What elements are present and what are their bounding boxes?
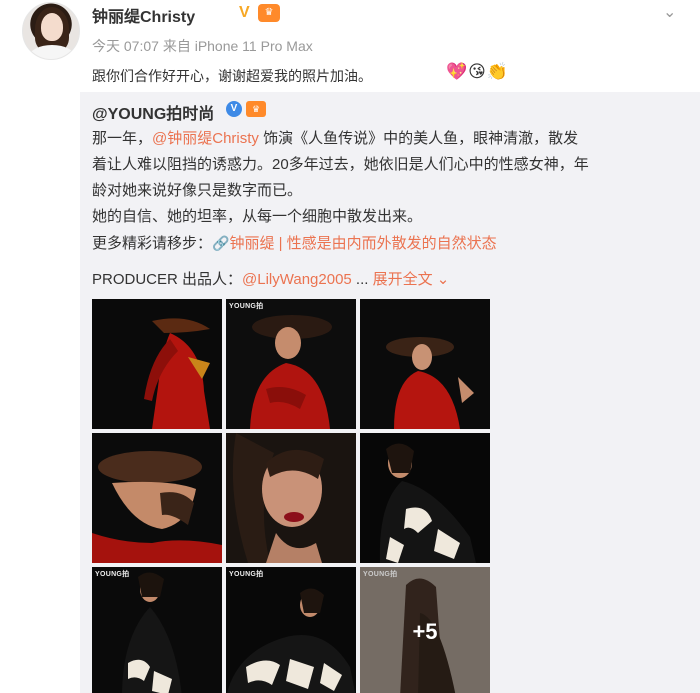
brand-logo: YOUNG拍 [95,571,130,578]
retweet-line-1: 那一年，@钟丽缇Christy 饰演《人鱼传说》中的美人鱼，眼神清澈，散发 [92,130,579,147]
retweet-line-2: 着让人难以阻挡的诱惑力。20多年过去，她依旧是人们心中的性感女神，年 [92,156,589,173]
avatar[interactable] [22,2,80,60]
photo-thumb-8[interactable]: YOUNG拍 [226,567,356,693]
post-meta: 今天 07:07 来自 iPhone 11 Pro Max [92,38,313,54]
photo-thumb-9[interactable]: YOUNG拍 +5 [360,567,490,693]
chevron-down-icon: ⌄ [436,271,450,288]
photo-thumb-1[interactable] [92,299,222,429]
retweet-line-5: 更多精彩请移步：🔗钟丽缇 | 性感是由内而外散发的自然状态 [92,235,497,252]
photo-thumb-6[interactable] [360,433,490,563]
retweet-author[interactable]: @YOUNG拍时尚 [92,100,214,124]
emoji-group: 💖😘👏 [446,62,510,81]
brand-logo: YOUNG拍 [229,571,264,578]
retweet-text: 那一年，@钟丽缇Christy 饰演《人鱼传说》中的美人鱼，眼神清澈，散发 着让… [92,126,692,257]
photo-grid: YOUNG拍 YOUNG拍 YOUNG拍 YOUNG拍 +5 [92,299,490,693]
producer-mention[interactable]: @LilyWang2005 [242,271,352,288]
expand-button[interactable]: 展开全文 ⌄ [373,271,450,288]
verified-blue-icon: V [226,101,242,117]
photo-thumb-7[interactable]: YOUNG拍 [92,567,222,693]
vip-crown-icon[interactable]: ♛ [258,4,280,22]
link-icon: 🔗 [212,235,230,251]
post-text: 跟你们合作好开心，谢谢超爱我的照片加油。 [92,68,372,84]
brand-logo: YOUNG拍 [229,303,264,310]
user-name[interactable]: 钟丽缇Christy [92,3,195,27]
verified-v-icon: V [239,4,250,21]
photo-thumb-5[interactable] [226,433,356,563]
more-photos-overlay[interactable]: +5 [360,567,490,693]
photo-thumb-2[interactable]: YOUNG拍 [226,299,356,429]
mention-link[interactable]: @钟丽缇Christy [152,130,259,147]
article-link[interactable]: 钟丽缇 | 性感是由内而外散发的自然状态 [229,235,496,252]
retweet-line-3: 龄对她来说好像只是数字而已。 [92,182,303,199]
chevron-down-icon[interactable]: ⌄ [663,2,676,22]
vip-crown-icon[interactable]: ♛ [246,101,266,117]
photo-thumb-4[interactable] [92,433,222,563]
photo-thumb-3[interactable] [360,299,490,429]
post-header: 钟丽缇Christy V ♛ ⌄ 今天 07:07 来自 iPhone 11 P… [0,0,700,95]
producer-line: PRODUCER 出品人：@LilyWang2005 ... 展开全文 ⌄ [92,271,450,288]
retweet-line-4: 她的自信、她的坦率，从每一个细胞中散发出来。 [92,208,423,225]
